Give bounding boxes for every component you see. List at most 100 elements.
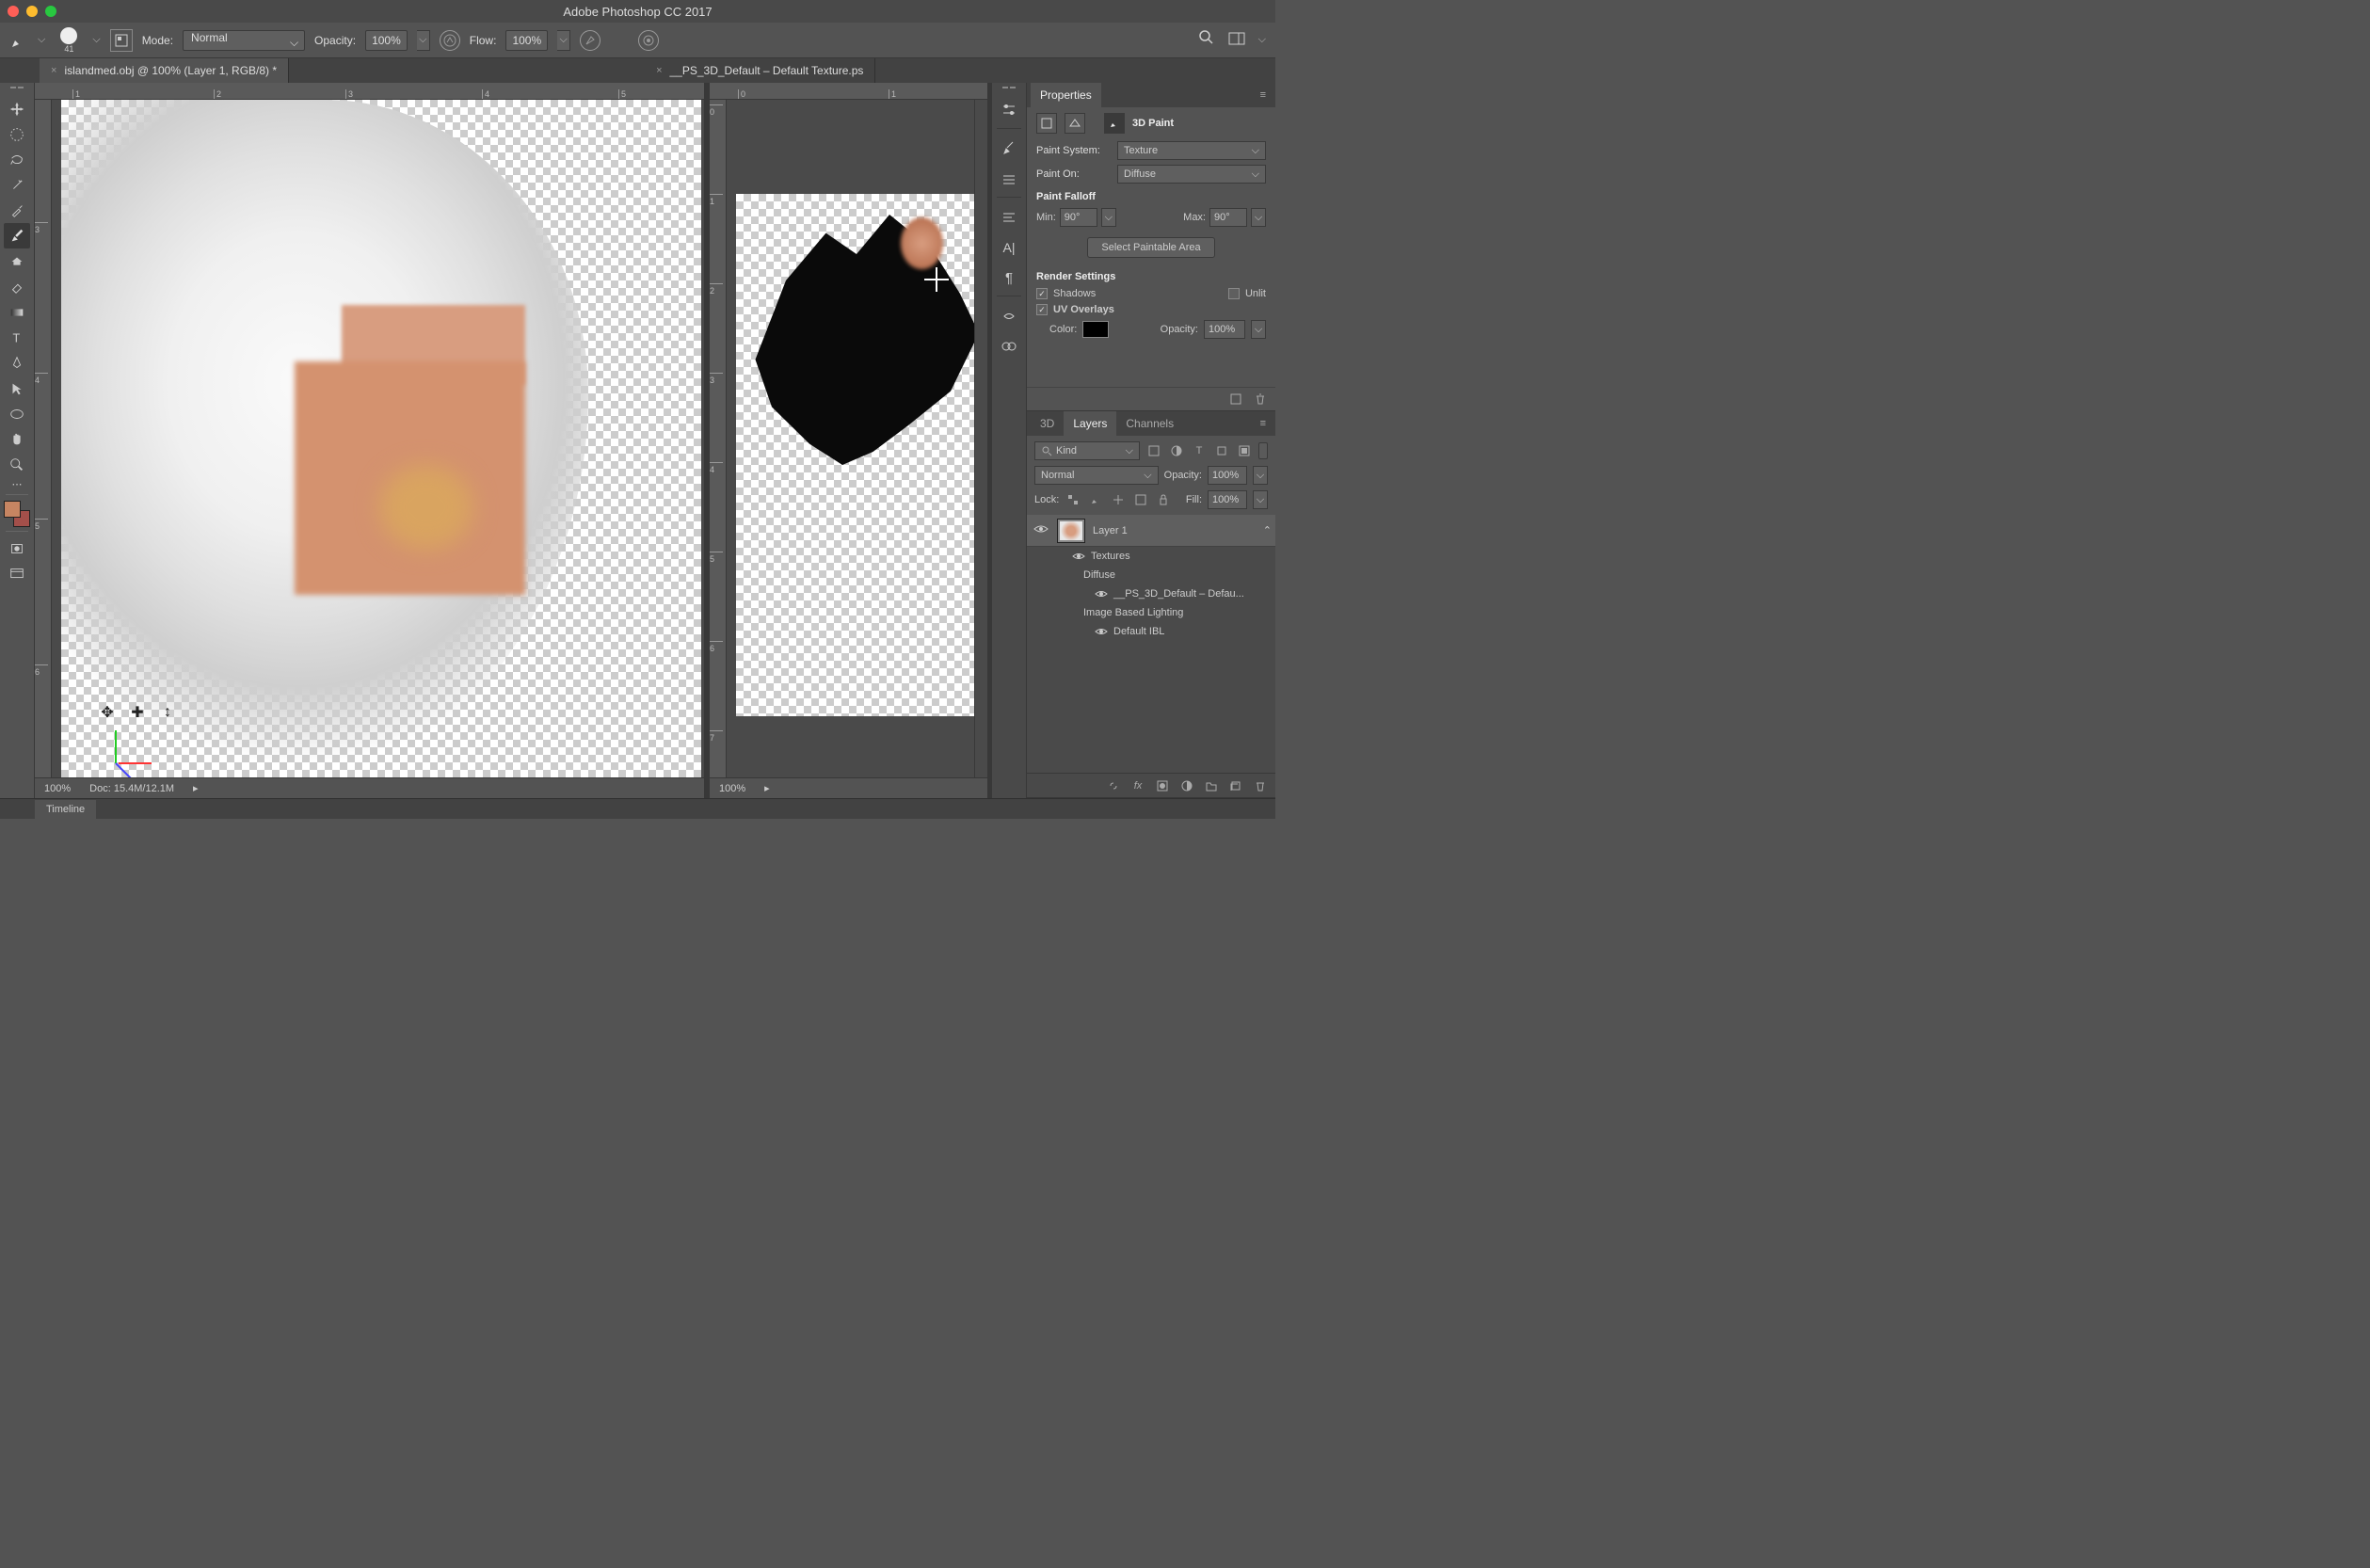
select-paintable-area-button[interactable]: Select Paintable Area [1087,237,1214,258]
blend-mode-select[interactable]: Normal ⌵ [1034,466,1159,485]
3d-scene-mode-icon[interactable] [1036,113,1057,134]
layer-sublist[interactable]: Textures [1027,547,1275,566]
close-tab-icon[interactable]: × [656,65,662,76]
document-tab-2[interactable]: × __PS_3D_Default – Default Texture.ps [645,58,875,83]
overlay-opacity-input[interactable]: 100% [1204,320,1245,339]
flow-input[interactable]: 100% [505,30,548,51]
3d-paint-mode-icon[interactable] [1104,113,1125,134]
filter-toggle[interactable] [1258,442,1268,459]
canvas-2[interactable] [727,100,974,777]
paint-on-select[interactable]: Diffuse ⌵ [1117,165,1266,184]
zoom-tool[interactable] [4,452,30,477]
hand-tool[interactable] [4,426,30,452]
path-selection-tool[interactable] [4,376,30,401]
brushes-panel-icon[interactable] [995,135,1023,163]
type-tool[interactable]: T [4,325,30,350]
properties-tab[interactable]: Properties [1031,83,1101,107]
shadows-checkbox[interactable] [1036,288,1048,299]
trash-icon[interactable] [1253,392,1268,407]
document-tab-1[interactable]: × islandmed.obj @ 100% (Layer 1, RGB/8) … [40,58,289,83]
max-angle-input[interactable]: 90° [1209,208,1247,227]
uv-overlays-checkbox[interactable] [1036,304,1048,315]
chevron-down-icon[interactable]: ⌵ [1253,490,1268,509]
magic-wand-tool[interactable] [4,172,30,198]
ibl-file-row[interactable]: Default IBL [1027,622,1275,641]
character-panel-icon[interactable]: A| [995,233,1023,262]
opacity-input[interactable]: 100% [365,30,408,51]
trash-icon[interactable] [1253,778,1268,793]
doc-size[interactable]: Doc: 15.4M/12.1M [89,783,174,794]
panel-grip-icon[interactable] [3,87,31,96]
chevron-down-icon[interactable]: ⌵ [1251,208,1266,227]
layer-sublist[interactable]: Image Based Lighting [1027,603,1275,622]
chevron-down-icon[interactable]: ⌵ [1258,34,1266,46]
layer-filter-select[interactable]: Kind ⌵ [1034,441,1140,460]
brush-settings-panel-icon[interactable] [995,165,1023,193]
vertical-ruler[interactable]: 3 4 5 6 [35,100,52,777]
opacity-chevron-icon[interactable]: ⌵ [417,30,430,51]
marquee-tool[interactable] [4,121,30,147]
panel-grip-icon[interactable] [995,87,1023,94]
zoom-level[interactable]: 100% [719,783,745,794]
3d-axis-widget[interactable] [110,721,157,768]
3d-pan-icon[interactable]: ✚ [129,704,146,721]
horizontal-ruler[interactable]: 0 1 [710,83,987,100]
panel-menu-icon[interactable]: ≡ [1255,89,1272,101]
unlit-checkbox[interactable] [1228,288,1240,299]
visibility-icon[interactable] [1095,627,1108,636]
channels-tab[interactable]: Channels [1116,411,1183,436]
brush-tool[interactable] [4,223,30,248]
chevron-down-icon[interactable]: ⌵ [1101,208,1116,227]
close-tab-icon[interactable]: × [51,65,56,76]
visibility-icon[interactable] [1033,523,1049,537]
filter-shape-icon[interactable] [1213,442,1230,459]
flow-chevron-icon[interactable]: ⌵ [557,30,570,51]
adjustment-layer-icon[interactable] [1179,778,1194,793]
layer-opacity-input[interactable]: 100% [1208,466,1247,485]
zoom-window-icon[interactable] [45,6,56,17]
workspace-switcher-icon[interactable] [1228,32,1245,48]
filter-adjustment-icon[interactable] [1168,442,1185,459]
3d-mesh-mode-icon[interactable] [1065,113,1085,134]
fill-input[interactable]: 100% [1208,490,1247,509]
layers-tab[interactable]: Layers [1064,411,1116,436]
layer-thumbnail[interactable] [1057,519,1085,543]
layer-row[interactable]: Layer 1 ⌃ [1027,515,1275,547]
pressure-size-icon[interactable] [638,30,659,51]
visibility-icon[interactable] [1072,552,1085,561]
filter-type-icon[interactable]: T [1191,442,1208,459]
toggle-brush-panel-icon[interactable] [110,29,133,52]
chevron-down-icon[interactable]: ⌵ [1253,466,1268,485]
vertical-scrollbar[interactable] [974,100,987,777]
chevron-down-icon[interactable]: ⌵ [1251,320,1266,339]
canvas-1[interactable]: ✥ ✚ ↕ [52,100,704,777]
lock-position-icon[interactable] [1110,491,1127,508]
min-angle-input[interactable]: 90° [1060,208,1097,227]
more-tools-icon[interactable]: ⋯ [4,477,30,490]
layer-style-icon[interactable]: fx [1130,778,1145,793]
color-swatches[interactable] [4,501,30,527]
timeline-tab[interactable]: Timeline [35,800,96,819]
panel-menu-icon[interactable]: ≡ [1255,418,1272,429]
layer-name[interactable]: Layer 1 [1093,525,1128,536]
chevron-right-icon[interactable]: ▸ [764,782,770,794]
horizontal-ruler[interactable]: 1 2 3 4 5 [35,83,704,100]
3d-orbit-icon[interactable]: ✥ [99,704,116,721]
search-icon[interactable] [1198,29,1215,51]
layer-sublist[interactable]: Diffuse [1027,566,1275,584]
airbrush-icon[interactable] [580,30,601,51]
texture-file-row[interactable]: __PS_3D_Default – Defau... [1027,584,1275,603]
screen-mode-icon[interactable] [4,561,30,586]
gradient-tool[interactable] [4,299,30,325]
cc-libraries-icon[interactable] [995,332,1023,360]
paragraph-panel-icon[interactable] [995,203,1023,232]
3d-tab[interactable]: 3D [1031,411,1064,436]
foreground-color-swatch[interactable] [4,501,21,518]
current-tool-icon[interactable] [9,31,28,50]
eraser-tool[interactable] [4,274,30,299]
filter-pixel-icon[interactable] [1145,442,1162,459]
shape-tool[interactable] [4,401,30,426]
clone-stamp-tool[interactable] [4,248,30,274]
eyedropper-tool[interactable] [4,198,30,223]
chevron-down-icon[interactable]: ⌵ [38,34,45,46]
